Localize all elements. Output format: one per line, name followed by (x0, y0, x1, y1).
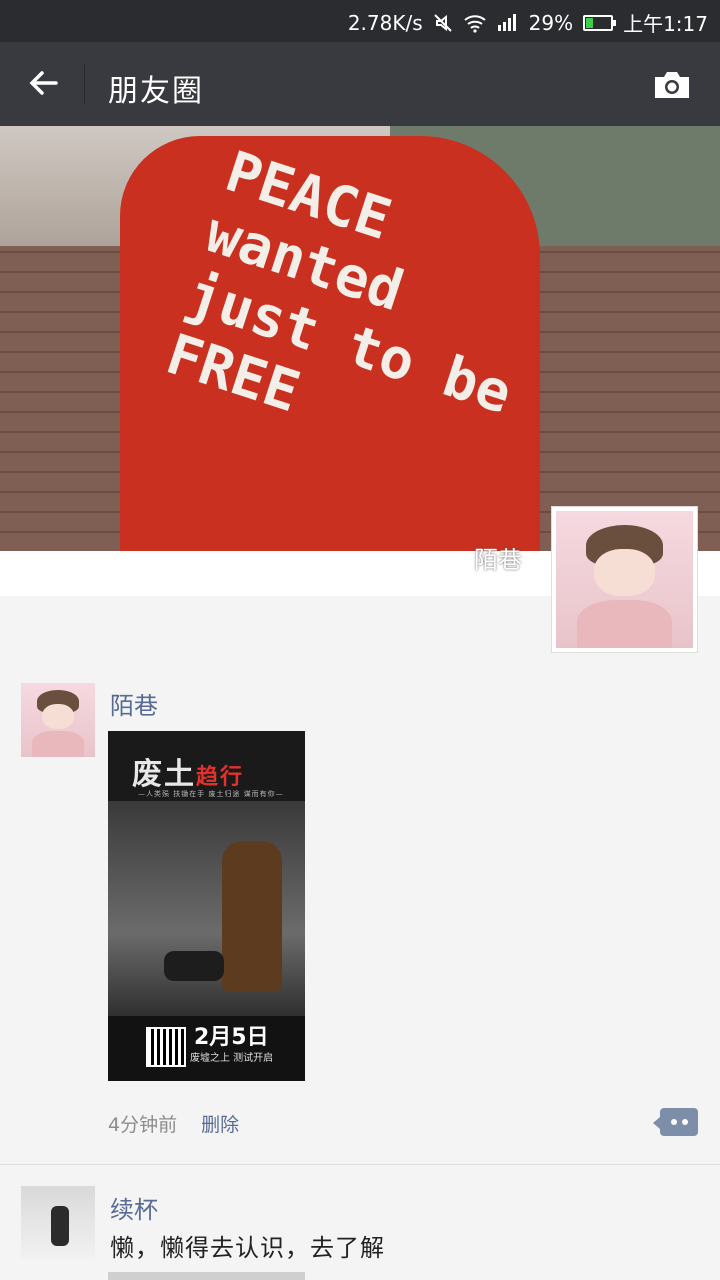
wifi-icon (463, 14, 486, 33)
post-author-name[interactable]: 陌巷 (110, 686, 158, 721)
post-meta: 4分钟前 删除 (108, 1110, 239, 1137)
delete-link[interactable]: 删除 (201, 1114, 239, 1136)
status-icons: 2.78K/s 29% 上午1:17 (348, 8, 708, 37)
cover-user-name: 陌巷 (474, 546, 522, 574)
qr-code (146, 1027, 186, 1067)
poster-date: 2月5日 (194, 1025, 269, 1050)
nav-divider (84, 64, 85, 104)
poster-title-main: 废土 (132, 757, 196, 792)
page-title: 朋友圈 (108, 74, 204, 109)
poster-title-accent: 趋行 (196, 765, 245, 790)
clock: 上午1:17 (623, 12, 708, 36)
poster-note: 废墟之上 测试开启 (190, 1053, 274, 1064)
post-avatar[interactable] (21, 1186, 95, 1260)
post-text: 懒，懒得去认识，去了解 (110, 1234, 385, 1262)
post-author-name[interactable]: 续杯 (110, 1190, 158, 1225)
avatar (556, 511, 693, 648)
network-speed: 2.78K/s (347, 10, 423, 35)
post-divider (0, 1164, 720, 1165)
nav-bar: 朋友圈 (0, 42, 720, 126)
poster-dog (164, 951, 224, 981)
poster-figure (222, 841, 282, 991)
post-time: 4分钟前 (108, 1114, 178, 1136)
camera-icon[interactable] (652, 70, 692, 100)
battery-icon (583, 14, 617, 31)
post-avatar[interactable] (21, 683, 95, 757)
cover-photo[interactable]: PEACE wanted just to be FREE (0, 126, 720, 551)
poster-subtitle: —人类殒 扶锄在手 废土归途 谋而有你— (138, 790, 284, 798)
avatar (21, 683, 95, 757)
signal-icon (497, 13, 516, 31)
mute-icon (433, 13, 452, 32)
battery-fill (586, 17, 594, 28)
cover-avatar[interactable] (551, 506, 698, 653)
comment-dots-icon[interactable] (653, 1108, 698, 1136)
status-bar: 2.78K/s 29% 上午1:17 (0, 0, 720, 42)
post-image[interactable]: 废土趋行 —人类殒 扶锄在手 废土归途 谋而有你— 2月5日 废墟之上 测试开启 (108, 731, 305, 1081)
post-image-partial[interactable] (108, 1272, 305, 1280)
poster-title: 废土趋行 (132, 749, 244, 793)
back-arrow-icon[interactable] (28, 68, 58, 103)
battery-percent: 29% (528, 10, 574, 35)
